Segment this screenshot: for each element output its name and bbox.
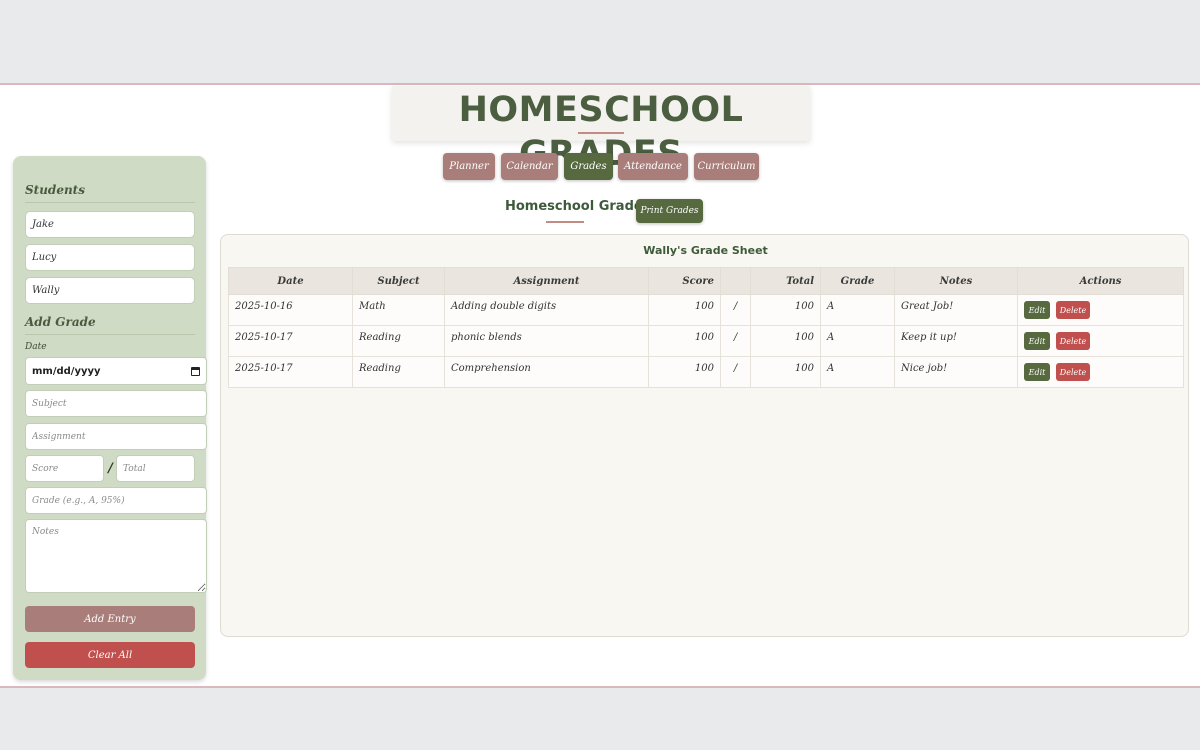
grade-input[interactable] xyxy=(25,487,207,514)
total-input[interactable] xyxy=(116,455,195,482)
add-grade-divider xyxy=(25,334,195,335)
cell-actions: Edit Delete xyxy=(1017,356,1184,388)
student-item-wally[interactable]: Wally xyxy=(25,277,195,304)
column-header-date: Date xyxy=(228,267,353,295)
cell-slash: / xyxy=(720,356,751,388)
assignment-input[interactable] xyxy=(25,423,207,450)
cell-actions: Edit Delete xyxy=(1017,294,1184,326)
cell-slash: / xyxy=(720,294,751,326)
column-header-notes: Notes xyxy=(894,267,1018,295)
column-header-assignment: Assignment xyxy=(444,267,649,295)
grades-table: Date Subject Assignment Score Total Grad… xyxy=(228,267,1184,388)
edit-button[interactable]: Edit xyxy=(1024,301,1050,319)
nav-grades-button[interactable]: Grades xyxy=(564,153,613,180)
delete-button[interactable]: Delete xyxy=(1056,301,1090,319)
cell-date: 2025-10-17 xyxy=(228,325,353,357)
cell-grade: A xyxy=(820,325,895,357)
clear-all-button[interactable]: Clear All xyxy=(25,642,195,668)
cell-score: 100 xyxy=(648,294,721,326)
students-heading: Students xyxy=(25,183,85,197)
cell-score: 100 xyxy=(648,356,721,388)
notes-textarea[interactable] xyxy=(25,519,207,593)
cell-assignment: Comprehension xyxy=(444,356,649,388)
cell-grade: A xyxy=(820,294,895,326)
nav-attendance-button[interactable]: Attendance xyxy=(618,153,688,180)
bottom-banner xyxy=(0,686,1200,750)
student-item-lucy[interactable]: Lucy xyxy=(25,244,195,271)
delete-button[interactable]: Delete xyxy=(1056,363,1090,381)
subject-input[interactable] xyxy=(25,390,207,417)
nav-curriculum-button[interactable]: Curriculum xyxy=(694,153,759,180)
cell-subject: Math xyxy=(352,294,445,326)
cell-subject: Reading xyxy=(352,356,445,388)
cell-grade: A xyxy=(820,356,895,388)
nav-calendar-button[interactable]: Calendar xyxy=(501,153,558,180)
table-header-row: Date Subject Assignment Score Total Grad… xyxy=(228,267,1184,295)
cell-actions: Edit Delete xyxy=(1017,325,1184,357)
date-input[interactable]: mm/dd/yyyy xyxy=(25,357,207,385)
section-underline xyxy=(546,221,584,223)
cell-notes: Keep it up! xyxy=(894,325,1018,357)
edit-button[interactable]: Edit xyxy=(1024,363,1050,381)
nav-planner-button[interactable]: Planner xyxy=(443,153,495,180)
section-title: Homeschool Grades xyxy=(505,199,651,214)
cell-date: 2025-10-17 xyxy=(228,356,353,388)
cell-total: 100 xyxy=(750,325,821,357)
score-input[interactable] xyxy=(25,455,104,482)
cell-score: 100 xyxy=(648,325,721,357)
add-entry-button[interactable]: Add Entry xyxy=(25,606,195,632)
edit-button[interactable]: Edit xyxy=(1024,332,1050,350)
calendar-icon[interactable] xyxy=(191,366,200,376)
cell-slash: / xyxy=(720,325,751,357)
cell-notes: Nice job! xyxy=(894,356,1018,388)
top-banner xyxy=(0,0,1200,85)
add-grade-heading: Add Grade xyxy=(25,315,96,329)
table-row: 2025-10-17 Reading phonic blends 100 / 1… xyxy=(228,325,1184,357)
students-divider xyxy=(25,202,195,203)
student-item-jake[interactable]: Jake xyxy=(25,211,195,238)
cell-total: 100 xyxy=(750,294,821,326)
score-slash: / xyxy=(108,461,113,476)
cell-assignment: phonic blends xyxy=(444,325,649,357)
column-header-actions: Actions xyxy=(1017,267,1184,295)
column-header-slash xyxy=(720,267,751,295)
grade-sheet: Wally's Grade Sheet Date Subject Assignm… xyxy=(220,234,1189,637)
cell-total: 100 xyxy=(750,356,821,388)
column-header-score: Score xyxy=(648,267,721,295)
title-underline xyxy=(578,132,624,134)
table-row: 2025-10-17 Reading Comprehension 100 / 1… xyxy=(228,356,1184,388)
date-input-value: mm/dd/yyyy xyxy=(32,365,101,377)
column-header-subject: Subject xyxy=(352,267,445,295)
grade-sheet-title: Wally's Grade Sheet xyxy=(643,244,768,257)
print-grades-button[interactable]: Print Grades xyxy=(636,199,703,223)
date-label: Date xyxy=(25,342,47,352)
column-header-total: Total xyxy=(750,267,821,295)
cell-date: 2025-10-16 xyxy=(228,294,353,326)
table-row: 2025-10-16 Math Adding double digits 100… xyxy=(228,294,1184,326)
cell-assignment: Adding double digits xyxy=(444,294,649,326)
cell-notes: Great Job! xyxy=(894,294,1018,326)
sidebar: Students Jake Lucy Wally Add Grade Date … xyxy=(13,156,207,680)
delete-button[interactable]: Delete xyxy=(1056,332,1090,350)
cell-subject: Reading xyxy=(352,325,445,357)
column-header-grade: Grade xyxy=(820,267,895,295)
